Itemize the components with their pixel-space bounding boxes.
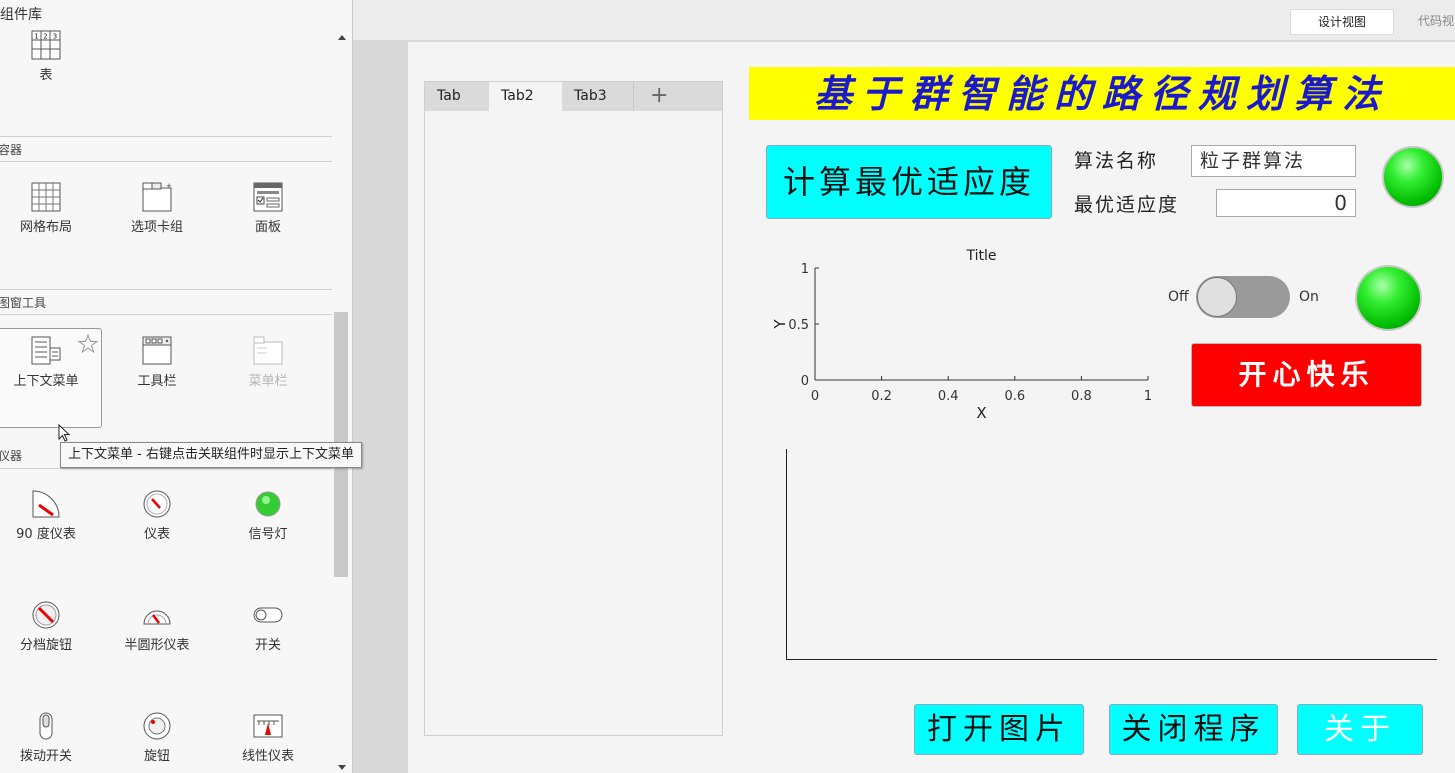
library-item-label: 菜单栏: [248, 374, 288, 389]
tab-group-icon: +: [142, 182, 172, 212]
app-title-label: 基于群智能的路径规划算法: [749, 67, 1455, 120]
best-fitness-field[interactable]: 0: [1216, 189, 1356, 217]
library-item-gauge[interactable]: 仪表: [102, 489, 212, 542]
library-item-table[interactable]: 1 2 3 表: [0, 30, 101, 83]
panel-icon: [253, 182, 283, 212]
status-lamp-middle: [1355, 265, 1422, 331]
menubar-icon: [253, 336, 283, 365]
mouse-cursor-icon: [58, 424, 71, 442]
y-tick-label: 0.5: [788, 318, 809, 333]
library-item-knob[interactable]: 旋钮: [102, 711, 212, 764]
uiaxes-chart[interactable]: 0 0.2 0.4 0.6 0.8 1 0 0.5 1 Title X Y: [760, 240, 1160, 430]
svg-text:3: 3: [53, 33, 57, 41]
ninety-degree-gauge-icon: [32, 490, 60, 518]
tab-3[interactable]: Tab3: [562, 82, 634, 111]
close-program-button[interactable]: 关闭程序: [1109, 704, 1278, 755]
tab-group[interactable]: [424, 81, 723, 736]
library-item-label: 网格布局: [19, 220, 72, 235]
x-tick-label: 0.4: [938, 389, 959, 404]
library-item-label: 90 度仪表: [16, 527, 76, 542]
library-item-label: 表: [39, 68, 53, 83]
status-lamp-top: [1382, 146, 1444, 208]
gauge-icon: [143, 490, 171, 518]
library-item-toggle-switch[interactable]: 拨动开关: [0, 711, 101, 764]
switch-icon: [253, 607, 283, 623]
toolbar-icon: [142, 336, 172, 365]
svg-text:2: 2: [43, 33, 47, 41]
add-tab-button[interactable]: +: [638, 81, 678, 110]
library-item-label: 拨动开关: [19, 749, 72, 764]
code-view-button[interactable]: 代码视: [1418, 9, 1454, 33]
best-fitness-label: 最优适应度: [1074, 194, 1180, 216]
y-tick-label: 0: [801, 374, 809, 389]
linear-gauge-icon: [253, 714, 283, 738]
scroll-up-icon[interactable]: [336, 32, 348, 44]
x-tick-label: 0.8: [1071, 389, 1092, 404]
lower-axes-x-line: [786, 659, 1437, 660]
library-item-menubar[interactable]: 菜单栏: [213, 336, 323, 389]
library-item-lamp[interactable]: 信号灯: [213, 489, 323, 542]
knob-icon: [143, 712, 171, 740]
scroll-down-icon[interactable]: [336, 761, 348, 773]
algorithm-name-field[interactable]: 粒子群算法: [1191, 145, 1356, 177]
on-off-switch[interactable]: [1196, 276, 1290, 318]
toggle-switch-icon: [39, 712, 53, 740]
library-item-label: 旋钮: [143, 749, 170, 764]
library-item-grid-layout[interactable]: 网格布局: [0, 182, 101, 235]
library-item-switch[interactable]: 开关: [213, 600, 323, 653]
x-tick-label: 0.6: [1004, 389, 1025, 404]
discrete-knob-icon: [32, 601, 60, 629]
grid-layout-icon: [31, 182, 61, 212]
library-item-label: 信号灯: [248, 527, 288, 542]
x-tick-label: 0.2: [871, 389, 892, 404]
library-item-tab-group[interactable]: + 选项卡组: [102, 182, 212, 235]
context-menu-icon: [31, 336, 61, 365]
library-item-label: 选项卡组: [130, 220, 183, 235]
library-item-label: 仪表: [143, 527, 170, 542]
library-title: 组件库: [0, 7, 42, 23]
component-library-panel: 组件库 1 2 3 表 容器 网格布局 + 选项卡组 面板 图窗工具 上下文菜单…: [0, 0, 353, 773]
library-item-label: 工具栏: [137, 374, 177, 389]
library-item-discrete-knob[interactable]: 分档旋钮: [0, 600, 101, 653]
x-axis-label: X: [976, 404, 986, 422]
lower-axes-y-line: [786, 449, 787, 660]
section-header-figure-tools[interactable]: 图窗工具: [0, 289, 332, 315]
section-header-containers[interactable]: 容器: [0, 136, 332, 162]
chart-title: Title: [965, 248, 996, 264]
library-item-panel[interactable]: 面板: [213, 182, 323, 235]
favorite-star-icon[interactable]: [78, 334, 98, 354]
library-item-label: 半圆形仪表: [124, 638, 190, 653]
switch-off-label: Off: [1168, 289, 1189, 305]
tooltip: 上下文菜单 - 右键点击关联组件时显示上下文菜单: [60, 442, 362, 468]
library-item-linear-gauge[interactable]: 线性仪表: [213, 711, 323, 764]
y-axis-label: Y: [771, 319, 789, 330]
tab-2[interactable]: Tab2: [489, 82, 562, 112]
calculate-fitness-button[interactable]: 计算最优适应度: [766, 145, 1052, 219]
switch-knob[interactable]: [1197, 277, 1237, 317]
algorithm-name-label: 算法名称: [1074, 150, 1159, 172]
library-item-semicircular-gauge[interactable]: 半圆形仪表: [102, 600, 212, 653]
library-item-toolbar[interactable]: 工具栏: [102, 336, 212, 389]
open-image-button[interactable]: 打开图片: [914, 704, 1084, 755]
design-view-button[interactable]: 设计视图: [1290, 9, 1394, 35]
x-tick-label: 1: [1144, 389, 1152, 404]
about-button[interactable]: 关于: [1297, 704, 1423, 755]
svg-text:1: 1: [34, 33, 38, 41]
y-tick-label: 1: [801, 262, 809, 277]
library-item-label: 线性仪表: [241, 749, 294, 764]
library-item-label: 分档旋钮: [19, 638, 72, 653]
table-icon: 1 2 3: [31, 30, 61, 60]
lamp-icon: [255, 491, 281, 517]
library-item-label: 上下文菜单: [13, 374, 79, 389]
semicircular-gauge-icon: [143, 610, 171, 625]
switch-on-label: On: [1299, 289, 1319, 305]
svg-text:+: +: [166, 182, 172, 190]
tab-bar: Tab Tab2 Tab3 +: [425, 81, 722, 112]
happy-button[interactable]: 开心快乐: [1191, 343, 1422, 407]
library-item-label: 面板: [254, 220, 281, 235]
library-item-label: 开关: [254, 638, 281, 653]
x-tick-label: 0: [811, 389, 819, 404]
tab-1[interactable]: Tab: [425, 82, 489, 111]
library-item-90-degree-gauge[interactable]: 90 度仪表: [0, 489, 101, 542]
